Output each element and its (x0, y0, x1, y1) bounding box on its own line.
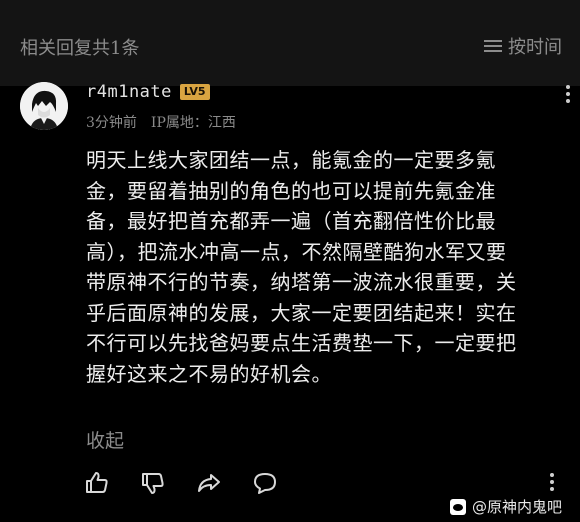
sort-lines-icon (484, 39, 502, 53)
more-vertical-icon[interactable] (566, 85, 570, 103)
comment-line: 金，要留着抽别的角色的也可以提前先氪金准 (86, 178, 496, 203)
comment-icon[interactable] (252, 470, 278, 496)
source-watermark: @原神内鬼吧 (449, 496, 562, 517)
thumbs-up-icon[interactable] (84, 470, 110, 496)
share-icon[interactable] (196, 470, 222, 496)
sort-label: 按时间 (508, 37, 562, 58)
username-row: r4m1nate LV5 (86, 82, 210, 102)
comment-line: 明天上线大家团结一点，能氪金的一定要多氪 (86, 148, 496, 172)
comment-line: 乎后面原神的发展，大家一定要团结起来！实在 (86, 300, 517, 325)
thumbs-down-icon[interactable] (140, 470, 166, 496)
comment-line: 备，最好把首充都弄一遍（首充翻倍性价比最 (86, 209, 496, 233)
comment-meta: 3分钟前 IP属地：江西 (86, 112, 236, 132)
replies-header: 相关回复共1条 按时间 (0, 0, 580, 86)
comment-body: 明天上线大家团结一点，能氪金的一定要多氪 金，要留着抽别的角色的也可以提前先氪金… (86, 145, 561, 389)
comment-line: 带原神不行的节奏，纳塔第一波流水很重要，关 (86, 270, 517, 294)
user-avatar[interactable] (20, 82, 68, 130)
more-vertical-icon[interactable] (550, 473, 554, 493)
comment-actions (84, 470, 278, 496)
weibo-logo-icon (449, 498, 466, 515)
comment-line: 握好这来之不易的好机会。 (86, 361, 332, 386)
username[interactable]: r4m1nate (86, 82, 172, 102)
level-badge: LV5 (179, 84, 210, 100)
avatar-illustration (20, 82, 68, 130)
comment-line: 高），把流水冲高一点，不然隔壁酷狗水军又要 (86, 239, 507, 264)
comment-line: 不行可以先找爸妈要点生活费垫一下，一定要把 (86, 331, 517, 355)
watermark-text: @原神内鬼吧 (471, 498, 562, 516)
ip-location: IP属地：江西 (150, 115, 236, 131)
replies-count-title: 相关回复共1条 (20, 38, 140, 59)
collapse-button[interactable]: 收起 (86, 426, 124, 453)
comment-time: 3分钟前 (86, 115, 137, 131)
sort-by-time-button[interactable]: 按时间 (484, 33, 562, 59)
